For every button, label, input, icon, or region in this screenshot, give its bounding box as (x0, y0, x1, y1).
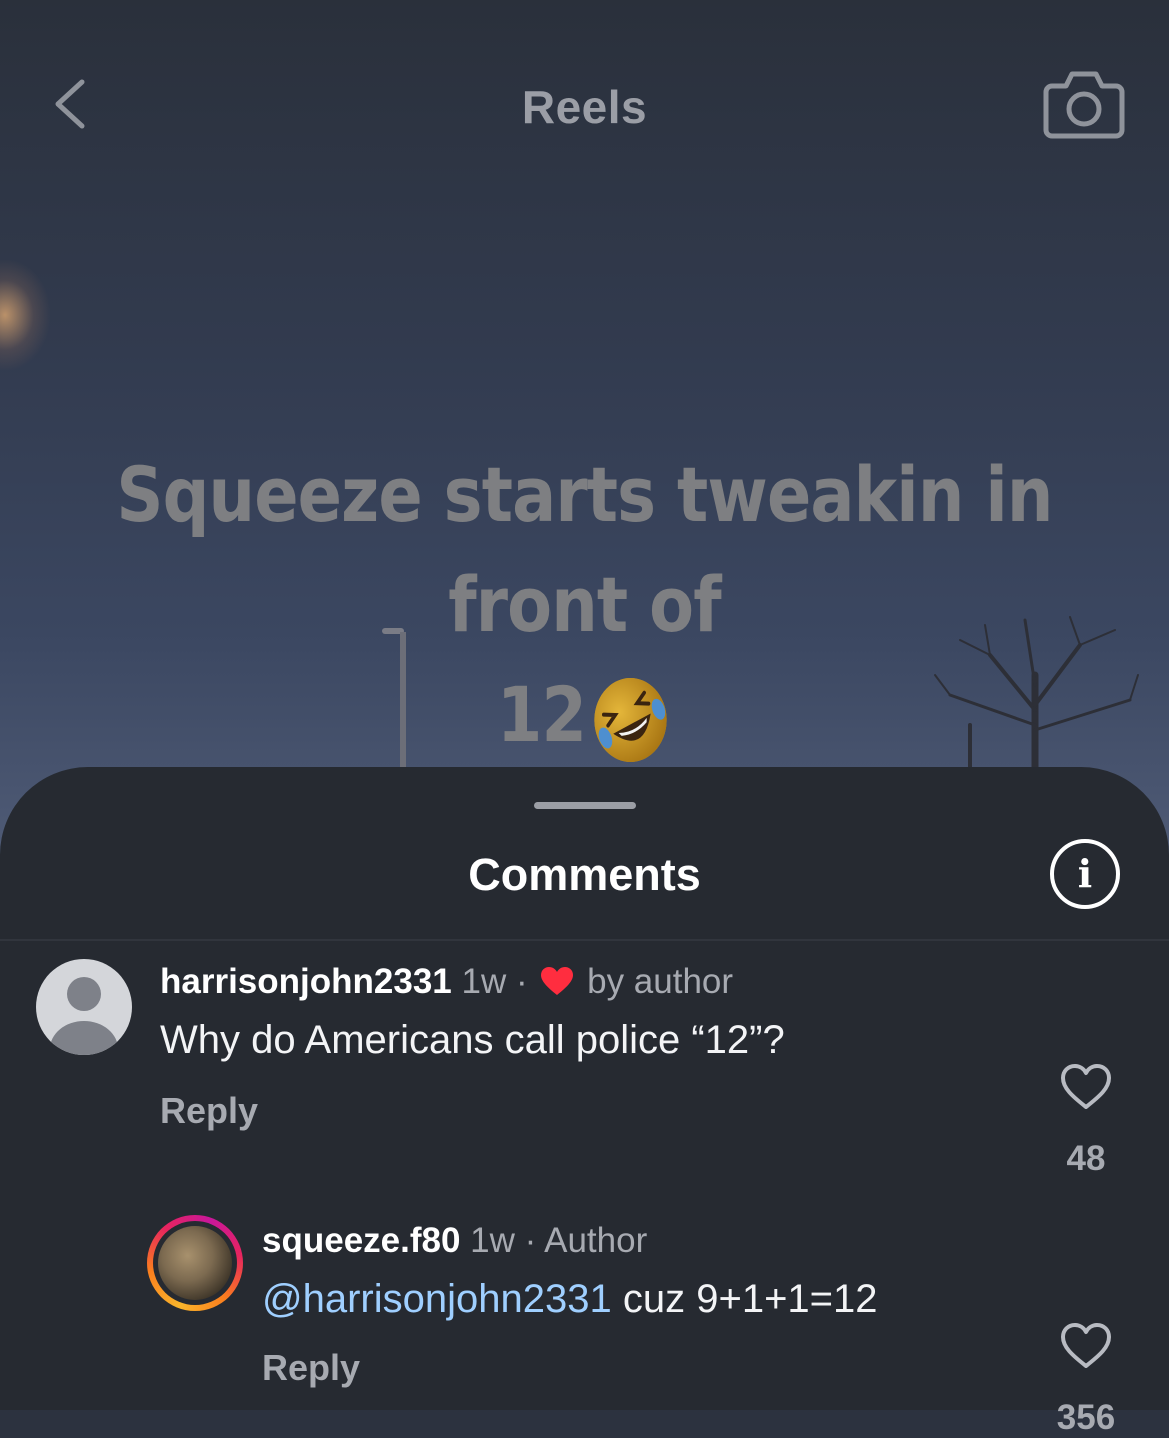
sheet-divider (0, 939, 1169, 941)
caption-line-2: 12 (496, 670, 587, 759)
comment-item: harrisonjohn2331 1w · by author Why do A… (0, 954, 1169, 1178)
author-badge: Author (544, 1221, 648, 1260)
comments-title: Comments (468, 849, 701, 900)
heart-outline-icon (1061, 1064, 1111, 1109)
rolling-on-floor-laughing-emoji-icon (594, 678, 667, 762)
like-button[interactable] (1059, 1321, 1113, 1371)
comment-text: Why do Americans call police “12”? (160, 1018, 785, 1062)
info-icon: i (1077, 851, 1093, 896)
avatar-photo (158, 1226, 232, 1300)
meta-separator: · (524, 1221, 537, 1260)
caption-line-2-wrap: 12 (99, 660, 1070, 770)
sheet-grabber-handle[interactable] (534, 802, 636, 809)
avatar-with-story-ring[interactable] (147, 1215, 243, 1311)
sunset-glow (0, 260, 50, 370)
heart-outline-icon (1061, 1323, 1111, 1368)
info-button[interactable]: i (1050, 839, 1120, 909)
video-caption-overlay: Squeeze starts tweakin in front of 12 (99, 440, 1070, 770)
avatar-head (67, 977, 101, 1011)
comment-reply-item: squeeze.f80 1w · Author @harrisonjohn233… (0, 1213, 1169, 1437)
comment-body: cuz 9+1+1=12 (622, 1277, 878, 1321)
comment-username[interactable]: harrisonjohn2331 (160, 962, 452, 1001)
story-ring-gap (153, 1221, 237, 1305)
like-count: 356 (1056, 1398, 1116, 1437)
caption-line-1: Squeeze starts tweakin in front of (116, 450, 1053, 649)
avatar-default[interactable] (36, 959, 132, 1055)
like-button[interactable] (1059, 1062, 1113, 1112)
comments-sheet: Comments i harrisonjohn2331 1w · by auth… (0, 767, 1169, 1437)
reply-button[interactable]: Reply (160, 1090, 258, 1132)
mention-link[interactable]: @harrisonjohn2331 (262, 1277, 612, 1321)
comment-time: 1w (470, 1221, 515, 1260)
like-count: 48 (1066, 1139, 1106, 1178)
reels-header: Reels (0, 60, 1169, 150)
author-liked-heart-icon (541, 967, 574, 995)
comment-username[interactable]: squeeze.f80 (262, 1221, 460, 1260)
comment-time: 1w (461, 962, 507, 1001)
camera-button[interactable] (1042, 64, 1126, 142)
reply-button[interactable]: Reply (262, 1347, 360, 1389)
comment-meta: squeeze.f80 1w · Author (262, 1221, 647, 1261)
camera-icon (1043, 71, 1125, 139)
comment-text: @harrisonjohn2331 cuz 9+1+1=12 (262, 1277, 878, 1322)
avatar-body (50, 1021, 118, 1055)
liked-by-author-label: by author (587, 962, 734, 1001)
page-title: Reels (521, 81, 648, 133)
comment-meta: harrisonjohn2331 1w · by author (160, 962, 733, 1002)
meta-separator: · (515, 962, 528, 1001)
